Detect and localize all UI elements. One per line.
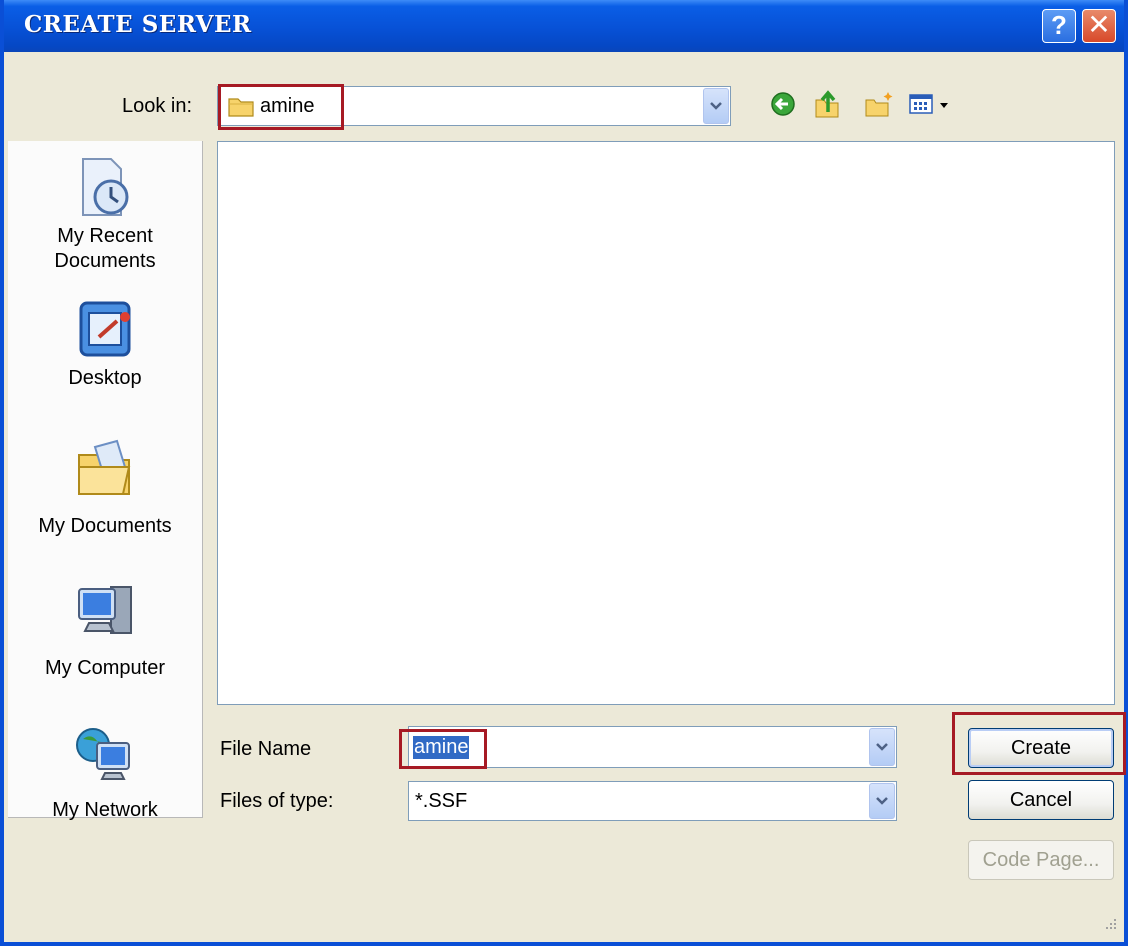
- dialog-title: CREATE SERVER: [24, 11, 252, 38]
- place-label: My Computer: [44, 657, 166, 679]
- place-label: Desktop: [68, 367, 142, 389]
- new-folder-icon: [865, 92, 893, 117]
- my-documents-icon: [78, 439, 131, 495]
- file-name-highlight: [399, 729, 487, 769]
- place-my-network[interactable]: My Network: [8, 721, 202, 823]
- up-folder-icon: [815, 90, 839, 118]
- recent-documents-icon: [82, 158, 129, 216]
- place-label: My Recent: [57, 225, 153, 247]
- cancel-button[interactable]: Cancel: [968, 780, 1114, 820]
- places-bar: My Recent Documents Desktop My Documents…: [8, 141, 203, 821]
- desktop-icon: [79, 301, 131, 357]
- file-name-dropdown-button[interactable]: [869, 728, 895, 766]
- place-my-computer[interactable]: My Computer: [8, 579, 202, 681]
- file-list[interactable]: [217, 141, 1115, 705]
- close-icon: ✕: [1087, 8, 1111, 41]
- code-page-button[interactable]: Code Page...: [968, 840, 1114, 880]
- view-menu-icon: [909, 94, 948, 114]
- file-type-combo[interactable]: *.SSF: [408, 781, 897, 821]
- look-in-label: Look in:: [122, 95, 193, 117]
- back-button[interactable]: [769, 88, 799, 120]
- new-folder-button[interactable]: [864, 88, 894, 120]
- look-in-dropdown-button[interactable]: [703, 88, 729, 124]
- help-button[interactable]: ?: [1042, 9, 1076, 43]
- look-in-highlight: [218, 84, 344, 130]
- place-my-recent-documents[interactable]: My Recent Documents: [8, 155, 202, 274]
- file-type-dropdown-button[interactable]: [869, 783, 895, 819]
- dialog-window: CREATE SERVER ? ✕ Look in: amine My Rece…: [0, 0, 1128, 946]
- place-label: My Documents: [38, 515, 172, 537]
- question-icon: ?: [1051, 10, 1067, 40]
- close-button[interactable]: ✕: [1082, 9, 1116, 43]
- view-menu-button[interactable]: [908, 88, 952, 120]
- chevron-down-icon: [876, 743, 888, 751]
- file-name-label: File Name: [220, 738, 312, 760]
- resize-grip-icon[interactable]: [1100, 915, 1120, 935]
- create-highlight: [952, 712, 1126, 775]
- my-network-icon: [76, 728, 130, 780]
- place-label: My Network: [52, 799, 158, 821]
- file-type-value: *.SSF: [415, 790, 468, 812]
- file-type-label: Files of type:: [220, 790, 334, 812]
- place-desktop[interactable]: Desktop: [8, 297, 202, 391]
- place-label: Documents: [54, 250, 156, 272]
- back-arrow-icon: [771, 92, 795, 116]
- chevron-down-icon: [876, 797, 888, 805]
- up-folder-button[interactable]: [812, 88, 842, 120]
- chevron-down-icon: [710, 102, 722, 110]
- my-computer-icon: [78, 586, 132, 634]
- place-my-documents[interactable]: My Documents: [8, 437, 202, 539]
- title-bar[interactable]: CREATE SERVER ? ✕: [4, 0, 1124, 52]
